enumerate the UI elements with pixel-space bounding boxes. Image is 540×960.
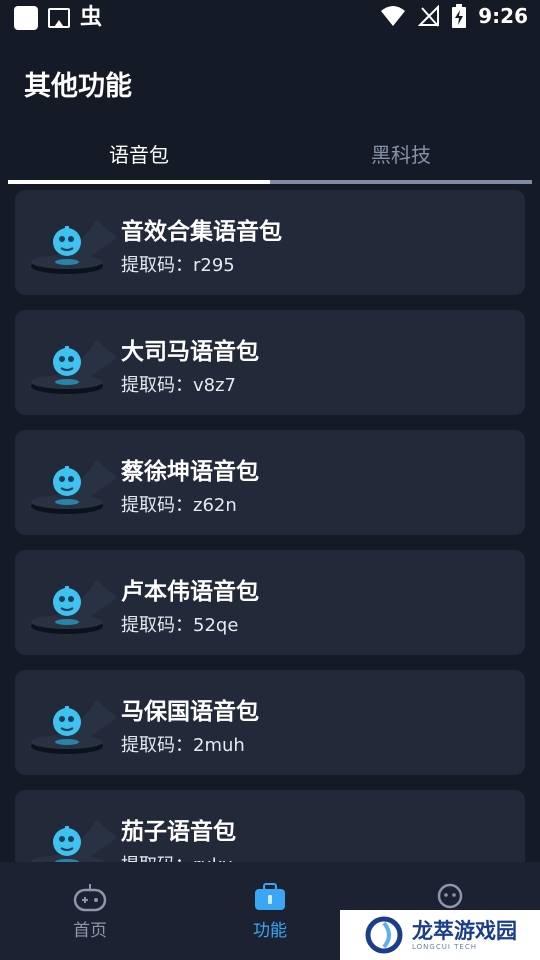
voice-pack-card[interactable]: 卢本伟语音包 提取码：52qe bbox=[15, 550, 525, 655]
voice-pack-title: 卢本伟语音包 bbox=[121, 579, 259, 605]
voice-pack-title: 茄子语音包 bbox=[121, 819, 236, 845]
gamepad-icon bbox=[73, 884, 107, 912]
status-left-icons: 虫 bbox=[14, 6, 102, 30]
voice-pack-title: 音效合集语音包 bbox=[121, 219, 282, 245]
voice-pack-title: 马保国语音包 bbox=[121, 699, 259, 725]
status-right-icons: 9:26 bbox=[380, 4, 528, 28]
voice-pack-card[interactable]: 大司马语音包 提取码：v8z7 bbox=[15, 310, 525, 415]
tab-black-tech[interactable]: 黑科技 bbox=[270, 126, 532, 180]
image-icon bbox=[48, 8, 70, 28]
voice-pack-code: 提取码：52qe bbox=[121, 615, 239, 636]
nav-functions[interactable]: 功能 bbox=[210, 882, 330, 941]
voice-pack-code: 提取码：2muh bbox=[121, 735, 245, 756]
voice-pack-robot-icon bbox=[31, 580, 117, 634]
voice-pack-robot-icon bbox=[31, 700, 117, 754]
voice-pack-title: 大司马语音包 bbox=[121, 339, 259, 365]
profile-icon bbox=[437, 883, 463, 909]
battery-charging-icon bbox=[452, 4, 467, 28]
voice-pack-card[interactable]: 茄子语音包 提取码：ruku bbox=[15, 790, 525, 862]
watermark: 龙萃游戏园 LONGCUI TECH bbox=[340, 910, 540, 960]
status-bar: 虫 9:26 bbox=[0, 0, 540, 36]
longcui-logo-icon bbox=[365, 916, 403, 954]
voice-pack-robot-icon bbox=[31, 820, 117, 862]
status-time: 9:26 bbox=[478, 4, 528, 28]
voice-pack-code: 提取码：z62n bbox=[121, 495, 237, 516]
voice-pack-title: 蔡徐坤语音包 bbox=[121, 459, 259, 485]
tab-indicator-active bbox=[8, 180, 270, 184]
voice-pack-code: 提取码：r295 bbox=[121, 255, 235, 276]
nav-functions-label: 功能 bbox=[253, 921, 287, 941]
watermark-sub: LONGCUI TECH bbox=[412, 942, 477, 951]
tab-bar: 语音包 黑科技 bbox=[8, 126, 532, 184]
tab-indicator-inactive bbox=[270, 180, 532, 184]
voice-pack-robot-icon bbox=[31, 460, 117, 514]
bug-icon: 虫 bbox=[80, 5, 103, 30]
watermark-text: 龙萃游戏园 LONGCUI TECH bbox=[412, 919, 517, 952]
notification-square-icon bbox=[14, 6, 38, 30]
voice-pack-card[interactable]: 马保国语音包 提取码：2muh bbox=[15, 670, 525, 775]
voice-pack-code: 提取码：v8z7 bbox=[121, 375, 237, 396]
voice-pack-code: 提取码：ruku bbox=[121, 851, 233, 862]
voice-pack-robot-icon bbox=[31, 340, 117, 394]
tab-voice-packs[interactable]: 语音包 bbox=[8, 126, 270, 180]
voice-pack-robot-icon bbox=[31, 220, 117, 274]
wifi-icon bbox=[381, 6, 406, 26]
toolbox-icon bbox=[255, 883, 285, 910]
watermark-name: 龙萃游戏园 bbox=[412, 918, 517, 943]
voice-pack-list[interactable]: 音效合集语音包 提取码：r295 大司马语音包 提取码：v8z7 蔡徐坤语音包 … bbox=[15, 190, 525, 862]
no-signal-icon bbox=[418, 5, 440, 27]
nav-home[interactable]: 首页 bbox=[30, 882, 150, 941]
voice-pack-card[interactable]: 音效合集语音包 提取码：r295 bbox=[15, 190, 525, 295]
nav-home-label: 首页 bbox=[73, 921, 107, 941]
page-title: 其他功能 bbox=[24, 71, 132, 102]
voice-pack-card[interactable]: 蔡徐坤语音包 提取码：z62n bbox=[15, 430, 525, 535]
